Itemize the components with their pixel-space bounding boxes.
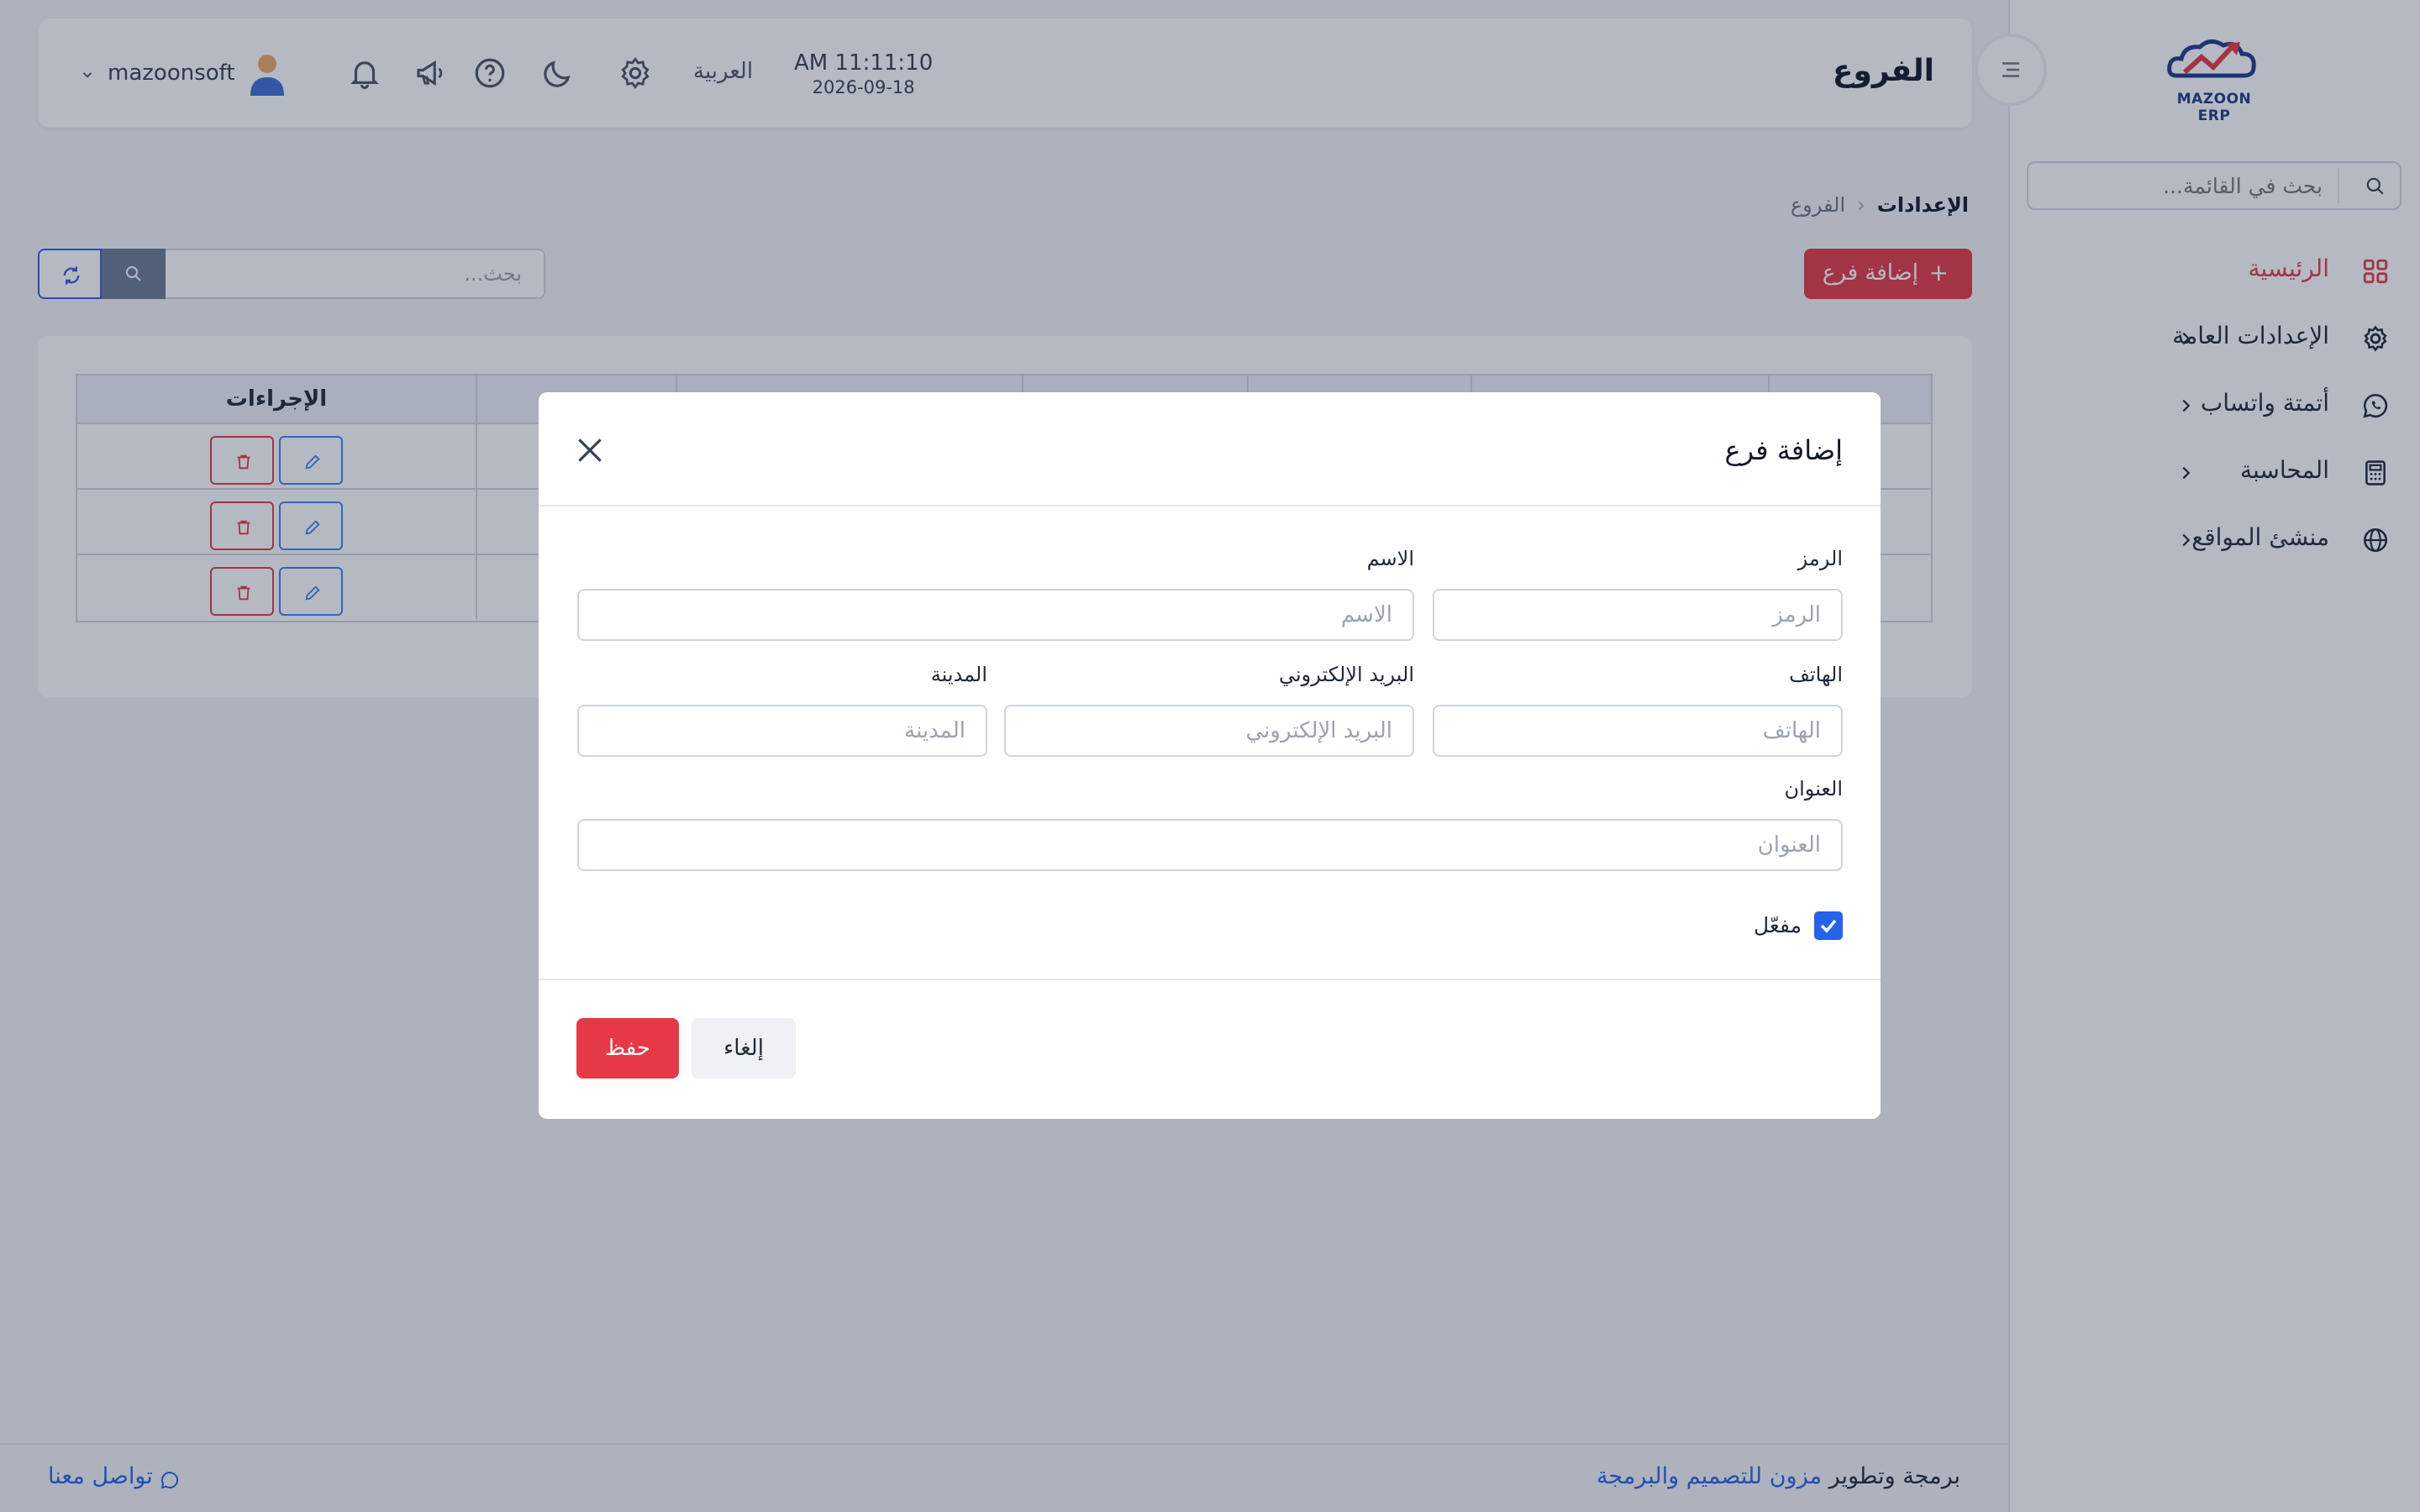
phone-field[interactable]: الهاتف [1433, 705, 1843, 757]
address-field[interactable]: العنوان [577, 819, 1843, 871]
save-button[interactable]: حفظ [576, 1018, 679, 1079]
code-label: الرمز [1797, 547, 1843, 570]
modal-header: إضافة فرع [539, 392, 1881, 507]
add-branch-modal: إضافة فرع الرمز الرمز الاسم الاسم الهاتف… [539, 392, 1881, 1119]
cancel-button[interactable]: إلغاء [692, 1018, 796, 1079]
close-icon[interactable] [574, 434, 606, 466]
name-label: الاسم [1366, 547, 1414, 570]
city-field[interactable]: المدينة [577, 705, 987, 757]
email-label: البريد الإلكتروني [1278, 663, 1414, 686]
modal-title: إضافة فرع [1724, 434, 1843, 466]
phone-label: الهاتف [1789, 663, 1843, 686]
modal-footer-divider [539, 979, 1881, 980]
email-field[interactable]: البريد الإلكتروني [1004, 705, 1414, 757]
code-field[interactable]: الرمز [1433, 589, 1843, 641]
active-checkbox[interactable] [1814, 911, 1843, 940]
address-label: العنوان [1784, 777, 1844, 801]
city-label: المدينة [930, 663, 987, 686]
active-label: مفعّل [1753, 913, 1802, 937]
name-field[interactable]: الاسم [577, 589, 1414, 641]
check-icon [1820, 919, 1837, 933]
